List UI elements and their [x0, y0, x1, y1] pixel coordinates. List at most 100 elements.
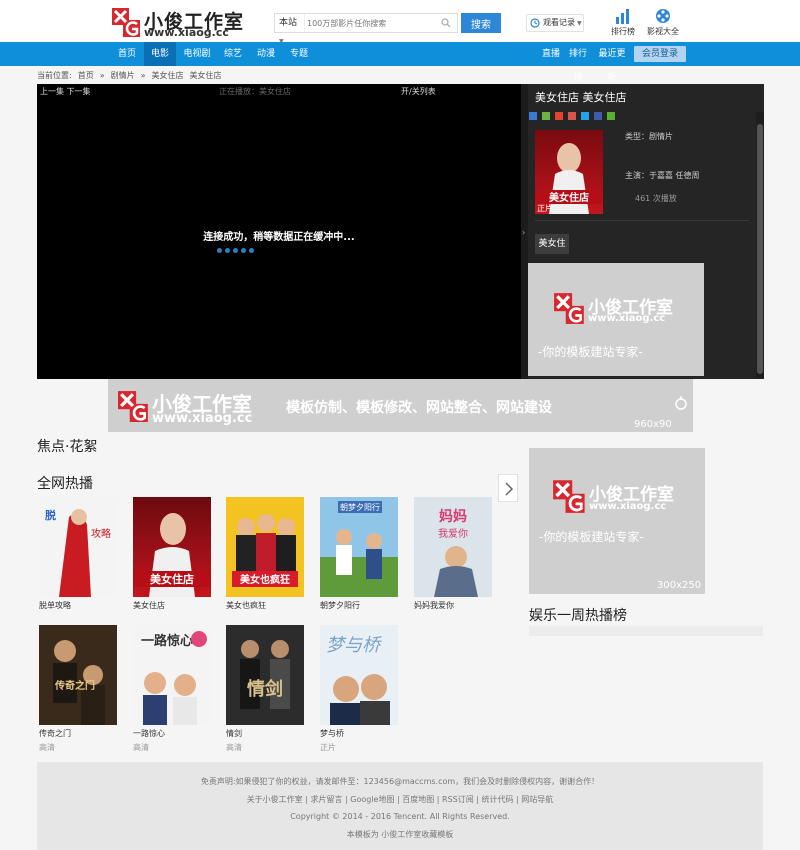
- prev-next-episode[interactable]: 上一集 下一集: [40, 86, 91, 97]
- logo-xg-icon: [118, 391, 148, 422]
- section-hot-title: 全网热播: [37, 476, 93, 492]
- toggle-list-button[interactable]: 开/关列表: [401, 86, 436, 97]
- ranking-link[interactable]: 排行榜: [603, 8, 643, 37]
- share-plus-icon[interactable]: [529, 112, 537, 120]
- movie-thumbnail[interactable]: 美女住店: [133, 497, 211, 597]
- svg-text:脱: 脱: [45, 508, 56, 522]
- poster-image: 脱 攻略: [39, 497, 117, 597]
- search-button[interactable]: 搜索: [461, 13, 501, 33]
- movie-thumbnail[interactable]: 美女也疯狂: [226, 497, 304, 597]
- movie-card[interactable]: 脱 攻略 脱单攻略: [39, 497, 117, 611]
- breadcrumb-home[interactable]: 首页: [78, 71, 94, 80]
- movie-title[interactable]: 传奇之门: [39, 728, 117, 739]
- clock-icon: [530, 18, 540, 28]
- movie-poster[interactable]: 美女住店 正片: [535, 130, 603, 214]
- movie-card[interactable]: 美女也疯狂 美女也疯狂: [226, 497, 304, 611]
- share-wechat-icon[interactable]: [607, 112, 615, 120]
- search-icon[interactable]: [441, 18, 451, 28]
- movie-thumbnail[interactable]: 脱 攻略: [39, 497, 117, 597]
- loading-dots-icon: [217, 242, 277, 253]
- panel-collapse-handle[interactable]: ›: [521, 84, 528, 379]
- nav-variety[interactable]: 综艺: [218, 42, 248, 66]
- share-qzone-icon[interactable]: [542, 112, 550, 120]
- movie-thumbnail[interactable]: 妈妈 我爱你: [414, 497, 492, 597]
- svg-text:我爱你: 我爱你: [438, 527, 468, 540]
- carousel-next-button[interactable]: [498, 474, 518, 502]
- movie-title[interactable]: 妈妈我爱你: [414, 600, 492, 611]
- site-logo[interactable]: 小俊工作室 www.xiaog.cc: [112, 6, 243, 39]
- nav-movie[interactable]: 电影: [144, 42, 176, 66]
- buffer-message: 连接成功，稍等数据正在缓冲中...: [203, 232, 355, 243]
- ad-slogan: -你的模板建站专家-: [539, 530, 644, 544]
- film-reel-icon: [656, 9, 670, 23]
- movie-title[interactable]: 一路惊心: [133, 728, 211, 739]
- ad-slogan: -你的模板建站专家-: [538, 345, 643, 359]
- member-login-button[interactable]: 会员登录: [634, 46, 686, 62]
- movie-quality: 正片: [320, 743, 336, 752]
- ad-banner[interactable]: 小俊工作室 www.xiaog.cc 模板仿制、模板修改、网站整合、网站建设 9…: [108, 379, 693, 432]
- nav-home[interactable]: 首页: [110, 42, 144, 66]
- bar-chart-icon: [616, 9, 629, 24]
- movie-title[interactable]: 美女也疯狂: [226, 600, 304, 611]
- caret-down-icon: ▼: [577, 20, 582, 27]
- history-dropdown[interactable]: 观看记录 ▼: [526, 14, 584, 32]
- svg-text:情剑: 情剑: [247, 678, 283, 700]
- movie-card[interactable]: 一路惊心 一路惊心 高清: [133, 625, 211, 753]
- share-qq-icon[interactable]: [581, 112, 589, 120]
- footer-links[interactable]: 关于小俊工作室 | 求片留言 | Google地图 | 百度地图 | RSS订阅…: [37, 794, 763, 805]
- share-weibo-icon[interactable]: [555, 112, 563, 120]
- episode-button[interactable]: 美女住: [535, 234, 569, 254]
- nav-live[interactable]: 直播: [540, 42, 562, 66]
- search-input[interactable]: [307, 15, 437, 31]
- film-library-link[interactable]: 影视大全: [643, 8, 683, 37]
- movie-title[interactable]: 脱单攻略: [39, 600, 117, 611]
- panel-scroll-thumb[interactable]: [757, 124, 763, 374]
- share-renren-icon[interactable]: [594, 112, 602, 120]
- poster-image: 妈妈 我爱你: [414, 497, 492, 597]
- video-player[interactable]: 上一集 下一集 正在播放：美女住店 开/关列表 连接成功，稍等数据正在缓冲中..…: [37, 84, 521, 379]
- breadcrumb-title[interactable]: 美女住店: [152, 71, 184, 80]
- logo-xg-icon: [553, 480, 585, 513]
- player-toolbar: 上一集 下一集 正在播放：美女住店 开/关列表: [37, 84, 521, 98]
- ad-size-label: 960x90: [634, 419, 672, 430]
- movie-card[interactable]: 传奇之门 传奇之门 高清: [39, 625, 117, 753]
- movie-actors: 主演：于嘉嘉 任德周: [625, 171, 700, 180]
- poster-image: 美女也疯狂: [226, 497, 304, 597]
- ad-box-sidebar[interactable]: 小俊工作室 www.xiaog.cc -你的模板建站专家- 300x250: [529, 448, 705, 594]
- ad-brand-url: www.xiaog.cc: [588, 313, 666, 324]
- movie-title[interactable]: 情剑: [226, 728, 304, 739]
- movie-type: 类型：剧情片: [625, 132, 673, 141]
- movie-card[interactable]: 妈妈 我爱你 妈妈我爱你: [414, 497, 492, 611]
- share-tencent-icon[interactable]: [568, 112, 576, 120]
- search-scope-select[interactable]: 本站 ▼: [275, 14, 305, 45]
- movie-thumbnail[interactable]: 一路惊心: [133, 625, 211, 725]
- nav-tv[interactable]: 电视剧: [178, 42, 216, 66]
- nav-topic[interactable]: 专题: [284, 42, 314, 66]
- poster-image: 朝梦夕阳行: [320, 497, 398, 597]
- movie-title: 美女住店 美女住店: [535, 91, 627, 104]
- movie-thumbnail[interactable]: 朝梦夕阳行: [320, 497, 398, 597]
- ad-brand-url: www.xiaog.cc: [152, 411, 253, 426]
- svg-text:美女也疯狂: 美女也疯狂: [240, 573, 290, 586]
- movie-quality: 高清: [133, 743, 149, 752]
- chevron-right-icon: ›: [522, 228, 526, 237]
- ad-brand-url: www.xiaog.cc: [589, 501, 667, 512]
- breadcrumb-category[interactable]: 剧情片: [111, 71, 135, 80]
- movie-card[interactable]: 朝梦夕阳行 朝梦夕阳行: [320, 497, 398, 611]
- movie-title[interactable]: 朝梦夕阳行: [320, 600, 398, 611]
- movie-card[interactable]: 美女住店 美女住店: [133, 497, 211, 611]
- nav-latest[interactable]: 最近更新: [596, 42, 628, 83]
- panel-divider: [535, 220, 749, 221]
- movie-quality: 高清: [39, 743, 55, 752]
- share-bar: [528, 112, 615, 122]
- movie-thumbnail[interactable]: 梦与桥: [320, 625, 398, 725]
- nav-anime[interactable]: 动漫: [251, 42, 281, 66]
- ad-box-player[interactable]: 小俊工作室 www.xiaog.cc -你的模板建站专家-: [528, 263, 704, 376]
- movie-card[interactable]: 梦与桥 梦与桥 正片: [320, 625, 398, 753]
- movie-thumbnail[interactable]: 情剑: [226, 625, 304, 725]
- movie-card[interactable]: 情剑 情剑 高清: [226, 625, 304, 753]
- movie-title[interactable]: 美女住店: [133, 600, 211, 611]
- movie-title[interactable]: 梦与桥: [320, 728, 398, 739]
- nav-ranking[interactable]: 排行榜: [566, 42, 590, 83]
- movie-thumbnail[interactable]: 传奇之门: [39, 625, 117, 725]
